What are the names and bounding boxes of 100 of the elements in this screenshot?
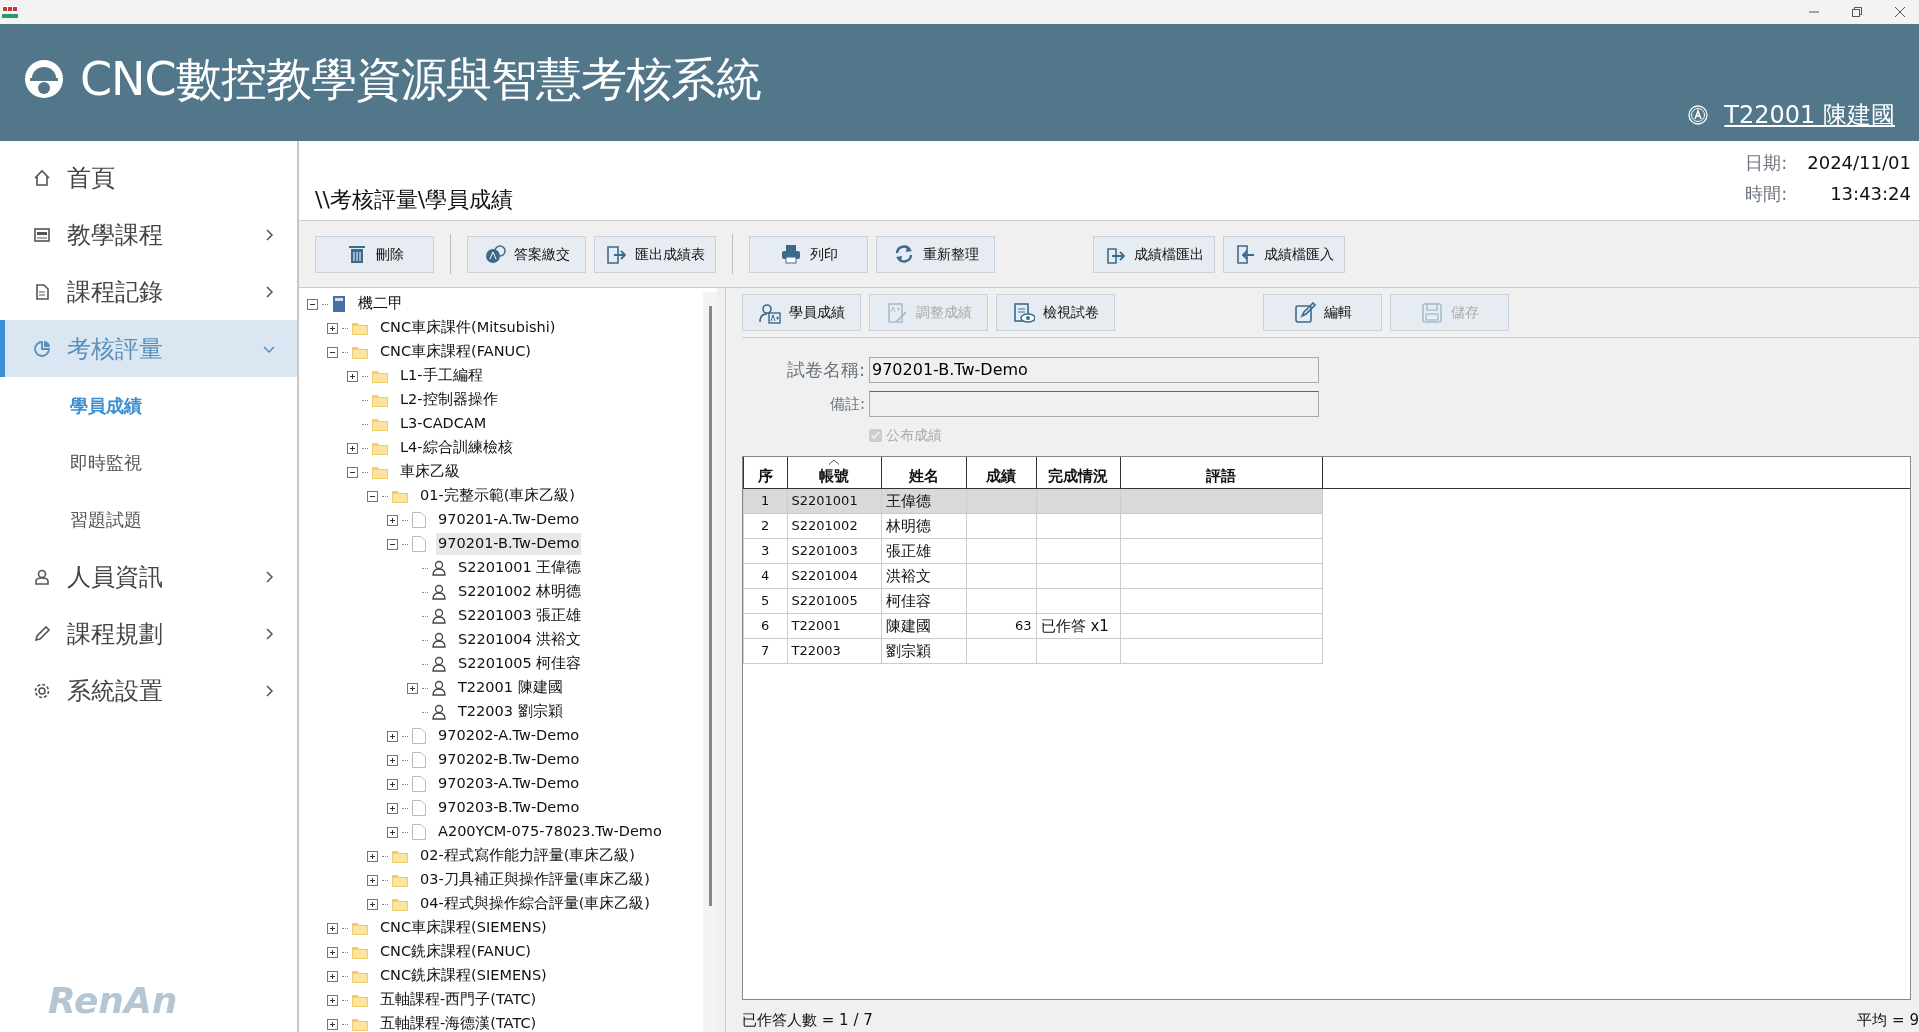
tree-item[interactable]: CNC車床課件(Mitsubishi): [378, 317, 558, 340]
tree-item[interactable]: L3-CADCAM: [398, 413, 489, 436]
tree-item[interactable]: 970201-A.Tw-Demo: [436, 509, 582, 532]
tree-item[interactable]: 04-程式與操作綜合評量(車床乙級): [418, 893, 652, 916]
expand-icon[interactable]: [327, 922, 338, 934]
expand-icon[interactable]: [327, 322, 338, 334]
tree-item[interactable]: L1-手工編程: [398, 365, 485, 388]
expand-icon[interactable]: [347, 370, 358, 382]
tree-item[interactable]: 車床乙級: [398, 461, 462, 484]
toolbar-button[interactable]: 成績檔匯入: [1223, 235, 1345, 273]
nav-item[interactable]: 人員資訊: [0, 548, 297, 606]
expand-icon[interactable]: [387, 514, 398, 526]
date-label: 日期:: [1745, 151, 1788, 176]
table-cell: 7: [761, 643, 770, 659]
collapse-icon[interactable]: [367, 490, 378, 502]
column-header[interactable]: 帳號: [787, 457, 882, 489]
tree-item[interactable]: S2201003 張正雄: [456, 605, 584, 628]
expand-icon[interactable]: [407, 682, 418, 694]
table-cell: 劉宗穎: [886, 641, 932, 660]
toolbar-button[interactable]: 成績檔匯出: [1093, 235, 1215, 273]
tree-item[interactable]: L2-控制器操作: [398, 389, 500, 412]
table-cell: 63: [1015, 618, 1032, 634]
tree-item[interactable]: T22003 劉宗穎: [456, 701, 565, 724]
tree-item[interactable]: T22001 陳建國: [456, 677, 565, 700]
table-cell: 陳建國: [886, 616, 932, 635]
expand-icon[interactable]: [327, 1018, 338, 1030]
toolbar-button[interactable]: 列印: [749, 235, 868, 273]
toolbar-button[interactable]: 刪除: [315, 235, 434, 273]
table-cell: 5: [761, 593, 770, 609]
expand-icon[interactable]: [387, 778, 398, 790]
tree-item[interactable]: 五軸課程-海德漢(TATC): [378, 1013, 539, 1032]
expand-icon[interactable]: [327, 946, 338, 958]
column-header[interactable]: 評語: [1120, 457, 1323, 489]
toolbar-button[interactable]: 檢視試卷: [996, 294, 1115, 332]
document-eye-icon: [1012, 301, 1035, 324]
toolbar-button[interactable]: 答案繳交: [467, 235, 586, 273]
expand-icon[interactable]: [327, 994, 338, 1006]
expand-icon[interactable]: [367, 898, 378, 910]
expand-icon[interactable]: [387, 802, 398, 814]
tree-item[interactable]: 970203-A.Tw-Demo: [436, 773, 582, 796]
toolbar-button[interactable]: 重新整理: [876, 235, 995, 273]
nav-item[interactable]: 首頁: [0, 149, 297, 207]
close-icon[interactable]: [1895, 6, 1905, 17]
expand-icon[interactable]: [367, 850, 378, 862]
table-cell: T22003: [791, 643, 841, 659]
expand-icon[interactable]: [347, 442, 358, 454]
tree-item[interactable]: 01-完整示範(車床乙級): [418, 485, 577, 508]
field-label: 備註:: [828, 394, 865, 416]
submenu-item[interactable]: 即時監視: [0, 434, 297, 492]
column-header[interactable]: 完成情況: [1036, 457, 1121, 489]
column-header[interactable]: 姓名: [881, 457, 967, 489]
collapse-icon[interactable]: [307, 298, 318, 310]
page-icon: [412, 512, 426, 529]
toolbar-button[interactable]: 編輯: [1263, 294, 1382, 332]
user-link[interactable]: T22001 陳建國: [1724, 97, 1895, 134]
pie-chart-icon: [33, 339, 51, 358]
nav-item[interactable]: 課程記錄: [0, 263, 297, 321]
tree-item[interactable]: 970202-A.Tw-Demo: [436, 725, 582, 748]
toolbar-button[interactable]: 學員成績: [742, 294, 861, 332]
remark-field[interactable]: [869, 391, 1319, 418]
restore-icon[interactable]: [1852, 6, 1862, 17]
paper-name-field[interactable]: 970201-B.Tw-Demo: [869, 356, 1319, 383]
column-header[interactable]: 序: [743, 457, 787, 489]
tree-item[interactable]: S2201002 林明德: [456, 581, 584, 604]
toolbar-button[interactable]: 匯出成績表: [594, 235, 716, 273]
collapse-icon[interactable]: [387, 538, 398, 550]
tree-item[interactable]: CNC銑床課程(FANUC): [378, 941, 533, 964]
table-cell: 柯佳容: [886, 591, 932, 610]
tree-item[interactable]: L4-綜合訓練檢核: [398, 437, 515, 460]
expand-icon[interactable]: [327, 970, 338, 982]
expand-icon[interactable]: [387, 826, 398, 838]
tree-item[interactable]: CNC車床課程(SIEMENS): [378, 917, 549, 940]
tree-item[interactable]: CNC車床課程(FANUC): [378, 341, 533, 364]
tree-item[interactable]: S2201001 王偉德: [456, 557, 584, 580]
tree-item[interactable]: CNC銑床課程(SIEMENS): [378, 965, 549, 988]
tree-item[interactable]: 02-程式寫作能力評量(車床乙級): [418, 845, 637, 868]
scrollbar-thumb[interactable]: [708, 306, 712, 907]
checkbox-label: 公布成績: [886, 426, 942, 446]
tree-item[interactable]: A200YCM-075-78023.Tw-Demo: [436, 821, 664, 844]
collapse-icon[interactable]: [347, 466, 358, 478]
expand-icon[interactable]: [387, 754, 398, 766]
tree-item[interactable]: S2201004 洪裕文: [456, 629, 584, 652]
column-header[interactable]: 成績: [966, 457, 1037, 489]
expand-icon[interactable]: [387, 730, 398, 742]
nav-item[interactable]: 課程規劃: [0, 605, 297, 663]
tree-item[interactable]: 五軸課程-西門子(TATC): [378, 989, 539, 1012]
nav-item[interactable]: 系統設置: [0, 662, 297, 720]
expand-icon[interactable]: [367, 874, 378, 886]
brand-logo-text: RenAn: [48, 980, 178, 1021]
tree-item[interactable]: 970201-B.Tw-Demo: [436, 533, 582, 556]
tree-item[interactable]: 03-刀具補正與操作評量(車床乙級): [418, 869, 652, 892]
collapse-icon[interactable]: [327, 346, 338, 358]
tree-item[interactable]: S2201005 柯佳容: [456, 653, 584, 676]
tree-item[interactable]: 機二甲: [356, 293, 405, 316]
tree-item[interactable]: 970203-B.Tw-Demo: [436, 797, 582, 820]
folder-icon: [392, 873, 408, 887]
submenu-item[interactable]: 習題試題: [0, 491, 297, 549]
chevron-icon: [263, 627, 275, 640]
nav-item[interactable]: 教學課程: [0, 206, 297, 264]
tree-item[interactable]: 970202-B.Tw-Demo: [436, 749, 582, 772]
